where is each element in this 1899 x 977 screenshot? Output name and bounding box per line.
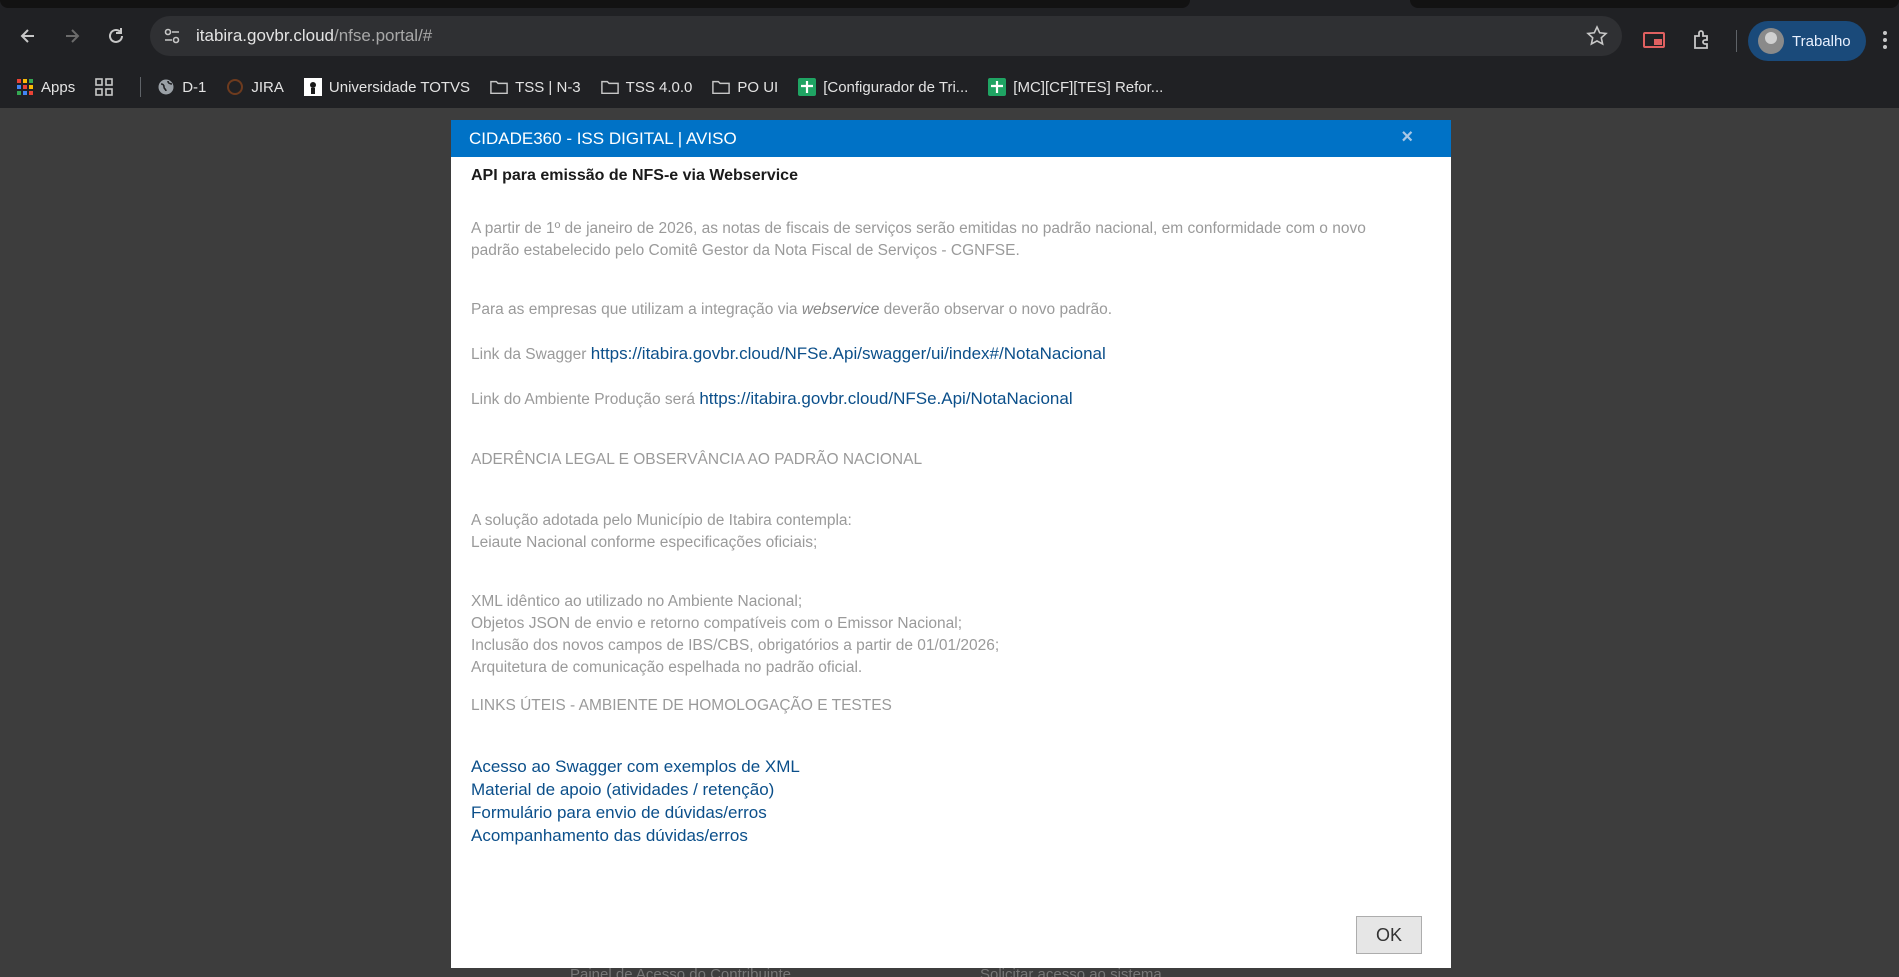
arrow-left-icon — [20, 29, 34, 43]
swagger-link-label: Link da Swagger — [471, 346, 591, 363]
tab-area-right — [1410, 0, 1899, 8]
bookmark-label: [MC][CF][TES] Refor... — [1013, 78, 1164, 96]
bookmark-label: TSS | N-3 — [515, 78, 581, 96]
bookmark-jira[interactable]: JIRA — [226, 78, 284, 96]
swagger-link-row: Link da Swagger https://itabira.govbr.cl… — [471, 343, 1106, 366]
modal-header: CIDADE360 - ISS DIGITAL | AVISO × — [451, 120, 1451, 157]
sheets-icon — [988, 78, 1007, 96]
production-link[interactable]: https://itabira.govbr.cloud/NFSe.Api/Not… — [699, 389, 1072, 408]
bookmark-label: TSS 4.0.0 — [625, 78, 693, 96]
list-item: Arquitetura de comunicação espelhada no … — [471, 659, 863, 676]
url-path: /nfse.portal/# — [333, 26, 433, 45]
notice-modal: CIDADE360 - ISS DIGITAL | AVISO × API pa… — [451, 120, 1451, 968]
bookmark-label: D-1 — [182, 78, 207, 96]
tab-strip — [0, 0, 1899, 8]
modal-heading: API para emissão de NFS-e via Webservice — [471, 167, 798, 184]
webservice-note-em: webservice — [801, 301, 880, 318]
toolbar-divider — [1736, 30, 1737, 52]
list-item: Inclusão dos novos campos de IBS/CBS, ob… — [471, 637, 1000, 654]
folder-icon — [600, 78, 619, 96]
back-button[interactable] — [12, 20, 44, 52]
tab-area-left — [0, 0, 1190, 8]
close-icon[interactable]: × — [1401, 126, 1413, 149]
solution-line-2: Leiaute Nacional conforme especificações… — [471, 534, 818, 551]
useful-link-material-row: Material de apoio (atividades / retenção… — [471, 779, 774, 802]
useful-link-tracking[interactable]: Acompanhamento das dúvidas/erros — [471, 826, 748, 845]
bookmark-mc-cf-tes[interactable]: [MC][CF][TES] Refor... — [988, 78, 1163, 96]
picture-in-picture-icon[interactable] — [1642, 28, 1666, 52]
reload-icon — [109, 28, 123, 43]
url-text[interactable]: itabira.govbr.cloud/nfse.portal/# — [196, 26, 432, 46]
bookmark-label: Universidade TOTVS — [328, 78, 471, 96]
profile-button[interactable]: Trabalho — [1748, 21, 1866, 61]
bookmarks-bar: Apps D-1 JIRA Universidade TOTVS TSS | N… — [0, 66, 1899, 108]
address-bar[interactable]: itabira.govbr.cloud/nfse.portal/# — [150, 16, 1622, 56]
bookmark-folder-tss-400[interactable]: TSS 4.0.0 — [600, 78, 693, 96]
section-heading-links: LINKS ÚTEIS - AMBIENTE DE HOMOLOGAÇÃO E … — [471, 697, 892, 714]
bookmark-configurador[interactable]: [Configurador de Tri... — [798, 78, 968, 96]
bookmark-universidade-totvs[interactable]: Universidade TOTVS — [303, 78, 471, 96]
totvs-icon — [303, 78, 322, 96]
bookmark-label: PO UI — [737, 78, 779, 96]
bookmark-folder-po-ui[interactable]: PO UI — [712, 78, 778, 96]
list-item: Objetos JSON de envio e retorno compatív… — [471, 615, 963, 632]
list-item: XML idêntico ao utilizado no Ambiente Na… — [471, 593, 803, 610]
site-settings-icon[interactable] — [162, 26, 182, 46]
swagger-link[interactable]: https://itabira.govbr.cloud/NFSe.Api/swa… — [591, 344, 1106, 363]
folder-icon — [490, 78, 508, 96]
intro-line-1: A partir de 1º de janeiro de 2026, as no… — [471, 220, 1366, 237]
ok-button[interactable]: OK — [1356, 916, 1422, 954]
arrow-right-icon — [66, 29, 80, 43]
useful-link-form[interactable]: Formulário para envio de dúvidas/erros — [471, 803, 767, 822]
jira-icon — [226, 78, 244, 96]
browser-chrome: itabira.govbr.cloud/nfse.portal/# Trabal… — [0, 0, 1899, 108]
webservice-note-before: Para as empresas que utilizam a integraç… — [471, 301, 802, 318]
production-link-label: Link do Ambiente Produção será — [471, 391, 700, 408]
bookmark-folder-tss-n3[interactable]: TSS | N-3 — [490, 78, 581, 96]
bookmark-label: Apps — [41, 78, 76, 96]
useful-link-swagger-row: Acesso ao Swagger com exemplos de XML — [471, 756, 800, 779]
bookmark-apps[interactable]: Apps — [16, 78, 75, 96]
bookmark-star-icon[interactable] — [1586, 25, 1608, 47]
reload-button[interactable] — [100, 20, 132, 52]
solution-line-1: A solução adotada pelo Município de Itab… — [471, 512, 852, 529]
useful-link-swagger[interactable]: Acesso ao Swagger com exemplos de XML — [471, 757, 800, 776]
forward-button[interactable] — [56, 20, 88, 52]
bookmarks-divider — [140, 77, 142, 97]
webservice-note: Para as empresas que utilizam a integraç… — [471, 299, 1112, 321]
extensions-puzzle-icon[interactable] — [1690, 28, 1714, 52]
useful-link-material[interactable]: Material de apoio (atividades / retenção… — [471, 780, 774, 799]
production-link-row: Link do Ambiente Produção será https://i… — [471, 388, 1073, 411]
folder-icon — [712, 78, 731, 96]
url-host: itabira.govbr.cloud — [196, 26, 334, 45]
globe-icon — [157, 78, 175, 96]
useful-link-form-row: Formulário para envio de dúvidas/erros — [471, 802, 767, 825]
more-menu-icon[interactable] — [1882, 30, 1888, 50]
grid-icon — [95, 78, 114, 96]
modal-title: CIDADE360 - ISS DIGITAL | AVISO — [469, 129, 737, 148]
bookmark-d1[interactable]: D-1 — [157, 78, 206, 96]
section-heading-legal: ADERÊNCIA LEGAL E OBSERVÂNCIA AO PADRÃO … — [471, 451, 923, 468]
navigation-bar: itabira.govbr.cloud/nfse.portal/# Trabal… — [0, 8, 1899, 66]
sheets-icon — [798, 78, 817, 96]
apps-grid-icon — [16, 78, 34, 96]
webservice-note-after: deverão observar o novo padrão. — [879, 301, 1113, 318]
bookmark-label: [Configurador de Tri... — [823, 78, 969, 96]
profile-label: Trabalho — [1792, 32, 1851, 50]
tab-groups-button[interactable] — [95, 78, 120, 96]
avatar — [1758, 28, 1784, 54]
useful-link-tracking-row: Acompanhamento das dúvidas/erros — [471, 825, 748, 848]
bookmark-label: JIRA — [251, 78, 284, 96]
intro-line-2: padrão estabelecido pelo Comitê Gestor d… — [471, 242, 1020, 259]
